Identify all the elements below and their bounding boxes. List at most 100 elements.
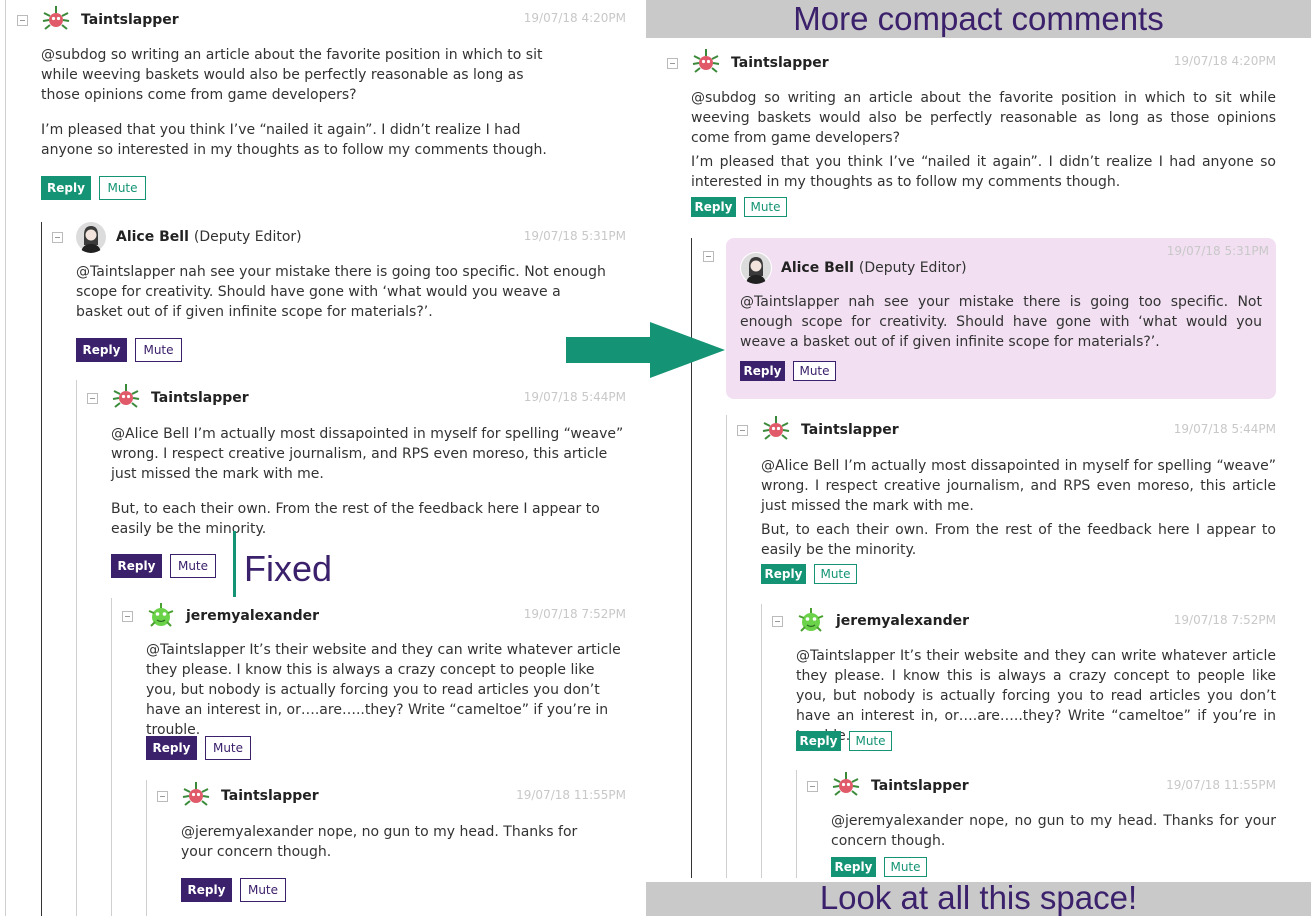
thread-line bbox=[726, 415, 727, 878]
comment-paragraph: @Taintslapper It’s their website and the… bbox=[146, 642, 621, 738]
comment-header: Taintslapper bbox=[737, 412, 899, 448]
reply-button[interactable]: Reply bbox=[111, 554, 162, 578]
mute-button[interactable]: Mute bbox=[135, 338, 182, 362]
avatar bbox=[75, 221, 107, 253]
timestamp: 19/07/18 5:44PM bbox=[523, 390, 626, 404]
comment-paragraph: I’m pleased that you think I’ve “nailed … bbox=[41, 122, 547, 158]
username[interactable]: Taintslapper bbox=[731, 55, 829, 71]
spider-avatar-icon bbox=[111, 383, 141, 413]
username[interactable]: Taintslapper bbox=[151, 390, 249, 406]
mute-button[interactable]: Mute bbox=[205, 736, 251, 760]
username[interactable]: Alice Bell bbox=[781, 260, 854, 276]
collapse-toggle[interactable] bbox=[17, 14, 28, 26]
username[interactable]: jeremyalexander bbox=[836, 613, 969, 629]
comment-body: @jeremyalexander nope, no gun to my head… bbox=[181, 822, 601, 862]
left-panel: Taintslapper 19/07/18 4:20PM @subdog so … bbox=[0, 0, 646, 916]
comment-header: Alice Bell (Deputy Editor) bbox=[52, 219, 302, 255]
mute-button[interactable]: Mute bbox=[884, 857, 927, 877]
fixed-marker bbox=[233, 531, 236, 597]
reply-button[interactable]: Reply bbox=[761, 564, 806, 584]
thread-line bbox=[76, 380, 77, 916]
comment-body: @subdog so writing an article about the … bbox=[41, 45, 556, 160]
reply-button[interactable]: Reply bbox=[146, 736, 197, 760]
collapse-toggle[interactable] bbox=[737, 424, 748, 436]
avatar bbox=[740, 252, 772, 284]
comment-header: Taintslapper bbox=[87, 380, 249, 416]
timestamp: 19/07/18 11:55PM bbox=[516, 788, 626, 802]
right-arrow-icon bbox=[566, 322, 725, 378]
avatar bbox=[145, 600, 177, 632]
comment-body: @Taintslapper It’s their website and the… bbox=[146, 640, 626, 740]
comment-paragraph: @Taintslapper nah see your mistake there… bbox=[76, 264, 606, 320]
reply-button[interactable]: Reply bbox=[831, 857, 876, 877]
mute-button[interactable]: Mute bbox=[849, 731, 892, 751]
comment-paragraph: But, to each their own. From the rest of… bbox=[111, 501, 600, 537]
spider-avatar-icon bbox=[691, 48, 721, 78]
thread-line bbox=[5, 0, 6, 916]
timestamp: 19/07/18 11:55PM bbox=[1166, 778, 1276, 792]
thread-line bbox=[761, 604, 762, 878]
avatar bbox=[40, 4, 72, 36]
timestamp: 19/07/18 4:20PM bbox=[1173, 54, 1276, 68]
comment-header: Alice Bell (Deputy Editor) bbox=[740, 250, 967, 286]
timestamp: 19/07/18 4:20PM bbox=[523, 11, 626, 25]
collapse-toggle[interactable] bbox=[667, 57, 678, 69]
comment-body: @subdog so writing an article about the … bbox=[691, 88, 1276, 192]
comment-paragraph: But, to each their own. From the rest of… bbox=[761, 522, 1276, 558]
avatar bbox=[760, 414, 792, 446]
collapse-toggle[interactable] bbox=[703, 251, 714, 262]
collapse-toggle[interactable] bbox=[772, 615, 783, 627]
fixed-annotation: Fixed bbox=[244, 548, 333, 589]
timestamp: 19/07/18 5:31PM bbox=[523, 229, 626, 243]
comment-body: @Taintslapper nah see your mistake there… bbox=[76, 262, 611, 322]
person-avatar-icon bbox=[76, 222, 106, 253]
reply-button[interactable]: Reply bbox=[691, 197, 736, 217]
username[interactable]: Taintslapper bbox=[221, 788, 319, 804]
comment-body: @jeremyalexander nope, no gun to my head… bbox=[831, 811, 1276, 851]
username[interactable]: Taintslapper bbox=[81, 12, 179, 28]
username[interactable]: Alice Bell bbox=[116, 229, 189, 245]
collapse-toggle[interactable] bbox=[87, 392, 98, 404]
collapse-toggle[interactable] bbox=[52, 231, 63, 243]
comment-body: @Alice Bell I’m actually most dissapoint… bbox=[111, 424, 626, 539]
spider-avatar-icon bbox=[831, 771, 861, 801]
green-blob-avatar-icon bbox=[796, 606, 826, 636]
comment-header: jeremyalexander bbox=[772, 603, 969, 639]
timestamp: 19/07/18 5:31PM bbox=[1166, 244, 1269, 258]
person-avatar-icon bbox=[741, 253, 771, 284]
mute-button[interactable]: Mute bbox=[99, 176, 146, 200]
thread-line bbox=[796, 770, 797, 878]
comment-paragraph: @jeremyalexander nope, no gun to my head… bbox=[831, 813, 1276, 849]
username[interactable]: jeremyalexander bbox=[186, 608, 319, 624]
mute-button[interactable]: Mute bbox=[814, 564, 857, 584]
comment-paragraph: @Alice Bell I’m actually most dissapoint… bbox=[111, 426, 624, 482]
reply-button[interactable]: Reply bbox=[796, 731, 841, 751]
mute-button[interactable]: Mute bbox=[240, 878, 286, 902]
reply-button[interactable]: Reply bbox=[41, 176, 91, 200]
comment-paragraph: @subdog so writing an article about the … bbox=[41, 47, 543, 103]
mute-button[interactable]: Mute bbox=[170, 554, 216, 578]
reply-button[interactable]: Reply bbox=[76, 338, 127, 362]
collapse-toggle[interactable] bbox=[157, 790, 168, 802]
comment-paragraph: @subdog so writing an article about the … bbox=[691, 90, 1276, 146]
reply-button[interactable]: Reply bbox=[740, 361, 785, 381]
avatar bbox=[830, 770, 862, 802]
timestamp: 19/07/18 7:52PM bbox=[523, 607, 626, 621]
collapse-toggle[interactable] bbox=[122, 610, 133, 622]
avatar bbox=[180, 780, 212, 812]
comment-header: Taintslapper bbox=[667, 45, 829, 81]
top-banner: More compact comments bbox=[646, 0, 1311, 38]
comment-paragraph: @Alice Bell I’m actually most dissapoint… bbox=[761, 458, 1276, 514]
mute-button[interactable]: Mute bbox=[793, 361, 836, 381]
collapse-toggle[interactable] bbox=[807, 780, 818, 792]
username[interactable]: Taintslapper bbox=[801, 422, 899, 438]
thread-line bbox=[146, 780, 147, 916]
comment-paragraph: I’m pleased that you think I’ve “nailed … bbox=[691, 154, 1276, 190]
avatar bbox=[690, 47, 722, 79]
comment-header: Taintslapper bbox=[17, 2, 179, 38]
reply-button[interactable]: Reply bbox=[181, 878, 232, 902]
comment-header: Taintslapper bbox=[157, 778, 319, 814]
mute-button[interactable]: Mute bbox=[744, 197, 787, 217]
green-blob-avatar-icon bbox=[146, 601, 176, 631]
username[interactable]: Taintslapper bbox=[871, 778, 969, 794]
